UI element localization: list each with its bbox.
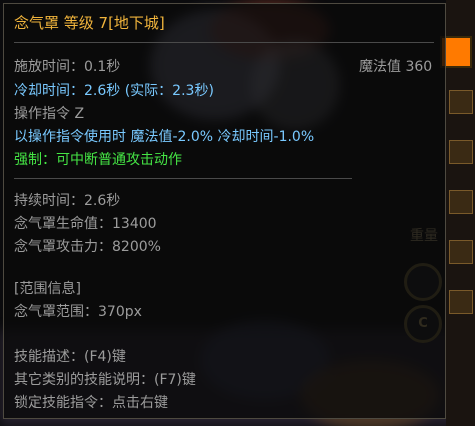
shield-hp: 念气罩生命值：13400	[14, 216, 157, 232]
other-desc-key: 其它类别的技能说明：(F7)键	[14, 372, 196, 388]
skill-title: 念气罩 等级 7[地下城]	[14, 14, 165, 32]
quickslot[interactable]	[449, 140, 473, 164]
lock-key: 锁定技能指令：点击右键	[14, 395, 168, 411]
divider	[14, 42, 434, 43]
duration: 持续时间：2.6秒	[14, 193, 121, 209]
desc-key: 技能描述：(F4)键	[14, 349, 126, 365]
mana-cost: 魔法值 360	[359, 59, 433, 75]
range-value: 念气罩范围：370px	[14, 304, 142, 320]
quickslot[interactable]	[449, 240, 473, 264]
force-interrupt: 强制：可中断普通攻击动作	[14, 152, 182, 168]
command: 操作指令 Z	[14, 106, 85, 122]
quickslot[interactable]	[449, 290, 473, 314]
shield-attack: 念气罩攻击力：8200%	[14, 239, 161, 255]
quickslot[interactable]	[449, 90, 473, 114]
cast-time: 施放时间：0.1秒	[14, 59, 121, 75]
quickslot[interactable]	[449, 190, 473, 214]
skill-tooltip: 念气罩 等级 7[地下城] 施放时间：0.1秒 魔法值 360 冷却时间：2.6…	[3, 3, 446, 419]
range-header: [范围信息]	[14, 281, 81, 297]
command-effect: 以操作指令使用时 魔法值-2.0% 冷却时间-1.0%	[14, 129, 315, 145]
cooldown: 冷却时间：2.6秒 (实际：2.3秒)	[14, 83, 214, 99]
divider	[14, 178, 352, 179]
